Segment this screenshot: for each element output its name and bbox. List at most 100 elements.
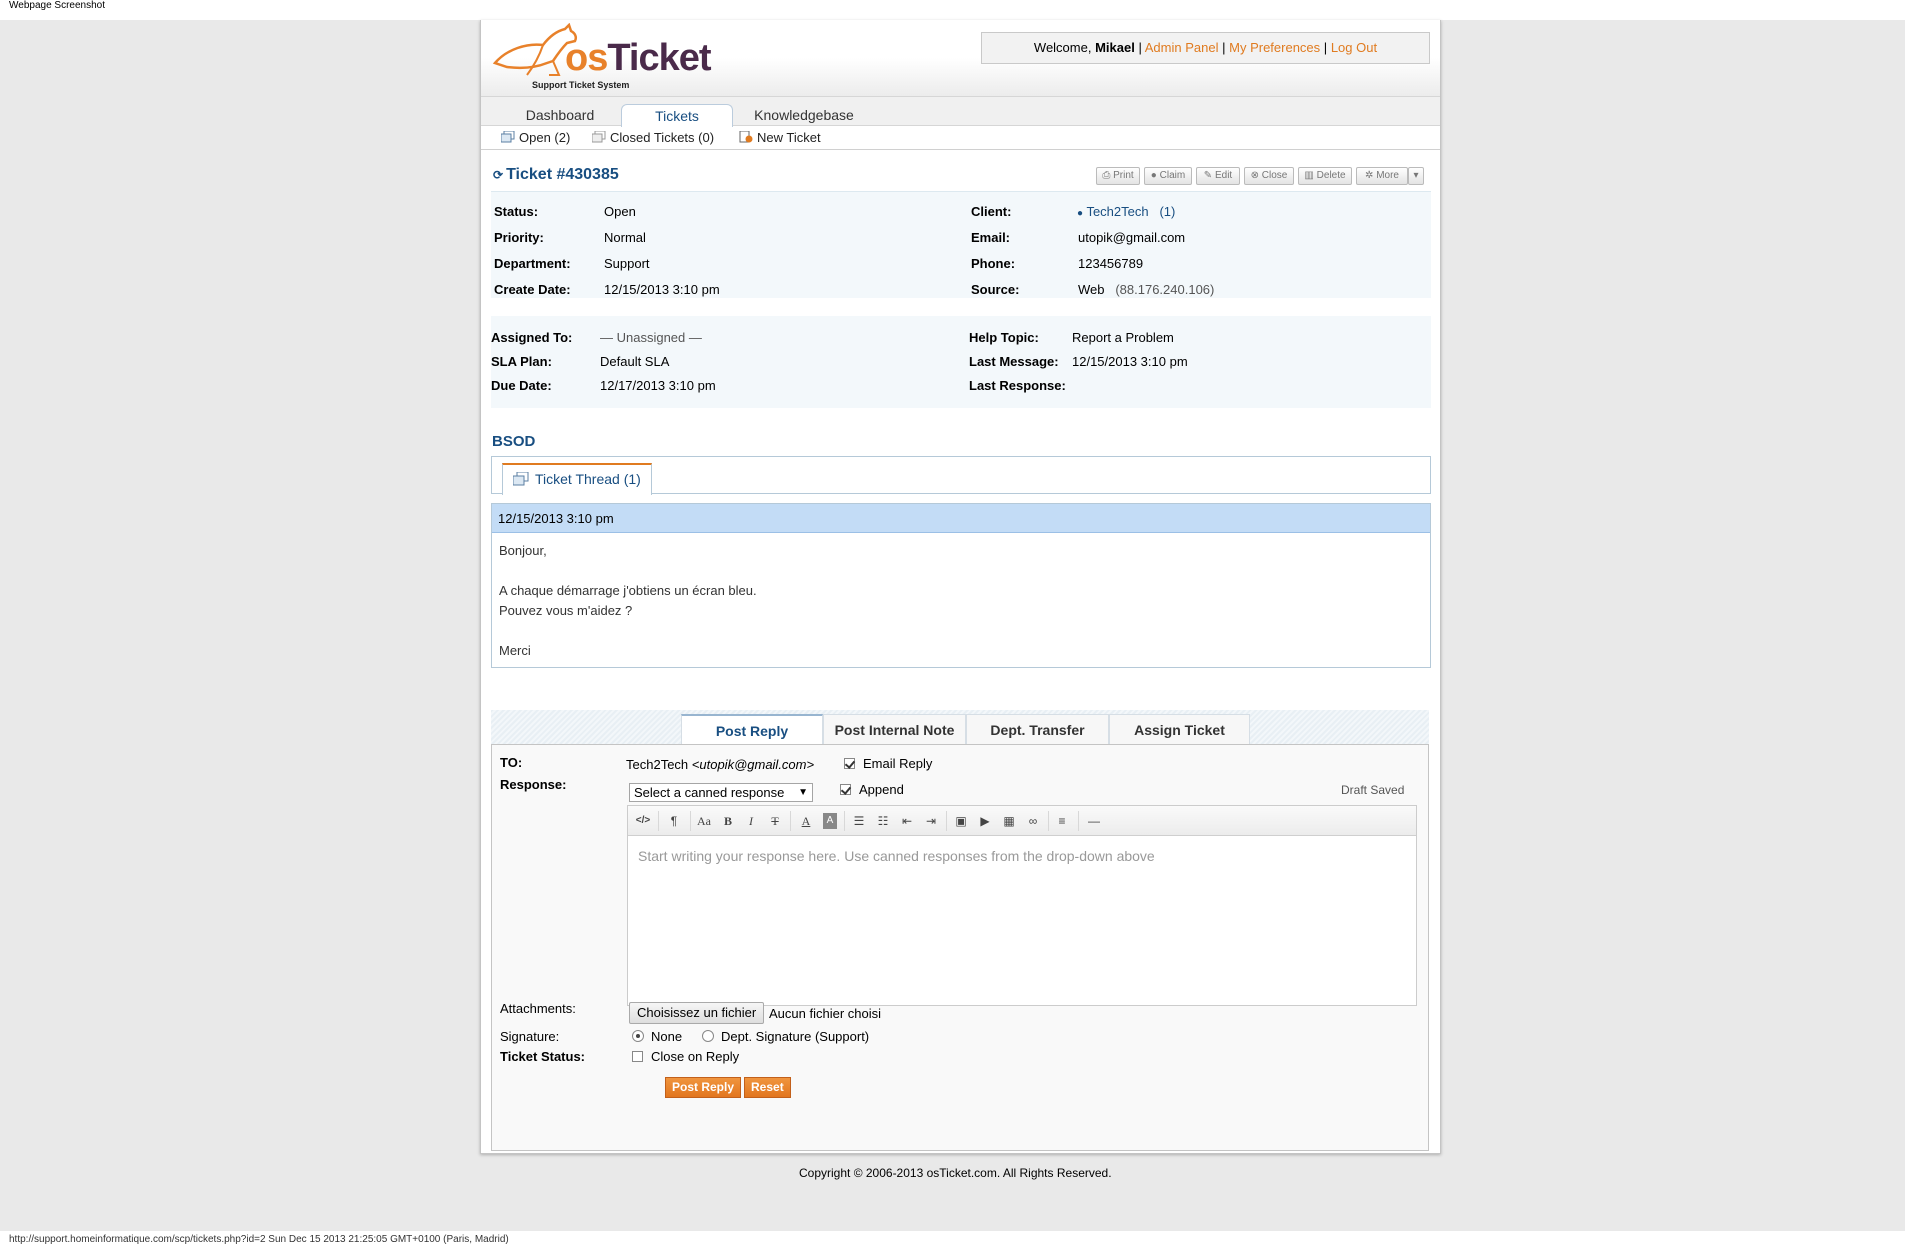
department-label: Department:	[494, 256, 571, 271]
no-file-chosen: Aucun fichier choisi	[769, 1006, 881, 1021]
tab-knowledgebase[interactable]: Knowledgebase	[739, 104, 869, 128]
message-line	[499, 561, 1423, 581]
create-date-value: 12/15/2013 3:10 pm	[604, 282, 720, 297]
new-ticket-icon	[739, 130, 753, 143]
edit-icon: ✎	[1203, 170, 1213, 181]
unordered-list-icon[interactable]: ☰	[849, 813, 869, 829]
logo-tagline: Support Ticket System	[532, 80, 630, 90]
department-value: Support	[604, 256, 650, 271]
tickets-stack-icon	[500, 130, 515, 143]
html-source-icon[interactable]: </>	[633, 813, 653, 829]
background-color-icon[interactable]: A	[823, 813, 837, 829]
signature-none-radio[interactable]: None	[632, 1029, 682, 1044]
more-button[interactable]: ✲ More	[1356, 167, 1408, 185]
link-icon[interactable]: ∞	[1023, 813, 1043, 829]
tab-ticket-thread[interactable]: Ticket Thread (1)	[502, 463, 652, 495]
post-reply-button[interactable]: Post Reply	[665, 1077, 742, 1098]
client-link[interactable]: ● Tech2Tech (1)	[1077, 204, 1175, 222]
outdent-icon[interactable]: ⇤	[897, 813, 917, 829]
font-color-icon[interactable]: A	[796, 813, 816, 829]
page-container: osTicket Support Ticket System Welcome, …	[480, 20, 1441, 1154]
trash-icon: ▥	[1304, 170, 1314, 181]
refresh-icon[interactable]: ⟳	[493, 168, 503, 182]
help-topic-label: Help Topic:	[969, 330, 1039, 345]
italic-icon[interactable]: I	[741, 813, 761, 829]
last-message-label: Last Message:	[969, 354, 1059, 369]
editor-toolbar: </> ¶ Aa B I T A A ☰ ☷ ⇤ ⇥ ▣ ▶ ▦ ∞ ≡ —	[628, 806, 1416, 836]
help-topic-value: Report a Problem	[1072, 330, 1174, 345]
email-reply-checkbox[interactable]: Email Reply	[844, 756, 932, 771]
video-icon[interactable]: ▶	[975, 813, 995, 829]
align-icon[interactable]: ≡	[1052, 813, 1072, 829]
source-label: Source:	[971, 282, 1020, 297]
client-label: Client:	[971, 204, 1012, 219]
new-ticket-link[interactable]: New Ticket	[739, 130, 821, 145]
last-message-value: 12/15/2013 3:10 pm	[1072, 354, 1188, 369]
my-preferences-link[interactable]: My Preferences	[1229, 40, 1320, 55]
last-response-label: Last Response:	[969, 378, 1066, 393]
strikethrough-icon[interactable]: T	[765, 813, 785, 829]
close-on-reply-checkbox[interactable]: Close on Reply	[632, 1049, 739, 1064]
horizontal-rule-icon[interactable]: —	[1084, 813, 1104, 829]
source-value: Web (88.176.240.106)	[1078, 282, 1215, 297]
status-value: Open	[604, 204, 636, 219]
footer-copyright: Copyright © 2006-2013 osTicket.com. All …	[799, 1166, 1112, 1180]
reply-form: TO: Tech2Tech <utopik@gmail.com> Email R…	[491, 744, 1429, 1151]
tab-tickets[interactable]: Tickets	[621, 104, 733, 128]
signature-dept-radio[interactable]: Dept. Signature (Support)	[702, 1029, 869, 1044]
draft-saved-status: Draft Saved	[1341, 783, 1405, 797]
edit-button[interactable]: ✎ Edit	[1196, 167, 1240, 185]
radio-selected-icon	[632, 1030, 644, 1042]
ticket-subject: BSOD	[492, 433, 536, 450]
checkbox-unchecked-icon	[632, 1051, 643, 1062]
image-icon[interactable]: ▣	[951, 813, 971, 829]
ordered-list-icon[interactable]: ☷	[873, 813, 893, 829]
tab-post-internal-note[interactable]: Post Internal Note	[823, 714, 966, 744]
checkbox-checked-icon	[840, 784, 851, 795]
assigned-to-label: Assigned To:	[491, 330, 573, 345]
main-nav: Dashboard Tickets Knowledgebase	[481, 96, 1440, 128]
chevron-down-icon: ▼	[798, 787, 808, 798]
canned-response-select[interactable]: Select a canned response ▼	[629, 783, 813, 802]
message-date: 12/15/2013 3:10 pm	[492, 504, 1430, 533]
table-icon[interactable]: ▦	[999, 813, 1019, 829]
delete-button[interactable]: ▥ Delete	[1298, 167, 1352, 185]
logout-link[interactable]: Log Out	[1331, 40, 1377, 55]
bold-icon[interactable]: B	[718, 813, 738, 829]
assigned-to-value: — Unassigned —	[600, 330, 702, 345]
close-ticket-button[interactable]: ⊗ Close	[1244, 167, 1294, 185]
closed-tickets-link[interactable]: Closed Tickets (0)	[591, 130, 714, 145]
message-line: A chaque démarrage j'obtiens un écran bl…	[499, 583, 757, 598]
screenshot-caption-bar: Webpage Screenshot	[0, 0, 1905, 20]
status-bar-text: http://support.homeinformatique.com/scp/…	[9, 1234, 509, 1245]
email-label: Email:	[971, 230, 1011, 245]
choose-file-button[interactable]: Choisissez un fichier	[629, 1002, 765, 1024]
tab-assign-ticket[interactable]: Assign Ticket	[1109, 714, 1250, 744]
reply-textarea[interactable]: Start writing your response here. Use ca…	[628, 836, 1416, 876]
tab-dashboard[interactable]: Dashboard	[505, 104, 615, 128]
tab-post-reply[interactable]: Post Reply	[681, 714, 823, 745]
open-tickets-link[interactable]: Open (2)	[500, 130, 570, 145]
signature-label: Signature:	[500, 1029, 560, 1044]
admin-panel-link[interactable]: Admin Panel	[1145, 40, 1219, 55]
print-icon: ⎙	[1102, 170, 1111, 181]
status-bar: http://support.homeinformatique.com/scp/…	[0, 1231, 1905, 1246]
screenshot-caption: Webpage Screenshot	[9, 0, 105, 11]
indent-icon[interactable]: ⇥	[921, 813, 941, 829]
user-icon: ●	[1150, 170, 1157, 181]
sla-plan-label: SLA Plan:	[491, 354, 552, 369]
print-button[interactable]: ⎙ Print	[1096, 167, 1140, 185]
tab-dept-transfer[interactable]: Dept. Transfer	[966, 714, 1109, 744]
reset-button[interactable]: Reset	[744, 1077, 791, 1098]
claim-button[interactable]: ● Claim	[1144, 167, 1192, 185]
append-checkbox[interactable]: Append	[840, 782, 904, 797]
ticket-assignment-table: Assigned To: — Unassigned — SLA Plan: De…	[491, 316, 1431, 408]
paragraph-format-icon[interactable]: ¶	[664, 813, 684, 829]
font-icon[interactable]: Aa	[694, 813, 714, 829]
osticket-logo[interactable]: osTicket Support Ticket System	[487, 23, 712, 91]
status-label: Status:	[494, 204, 539, 219]
sub-nav: Open (2) Closed Tickets (0) New Ticket	[481, 127, 1440, 150]
response-section: Post Reply Post Internal Note Dept. Tran…	[491, 710, 1429, 1151]
ticket-status-label: Ticket Status:	[500, 1049, 586, 1064]
more-dropdown-button[interactable]: ▾	[1408, 167, 1424, 185]
